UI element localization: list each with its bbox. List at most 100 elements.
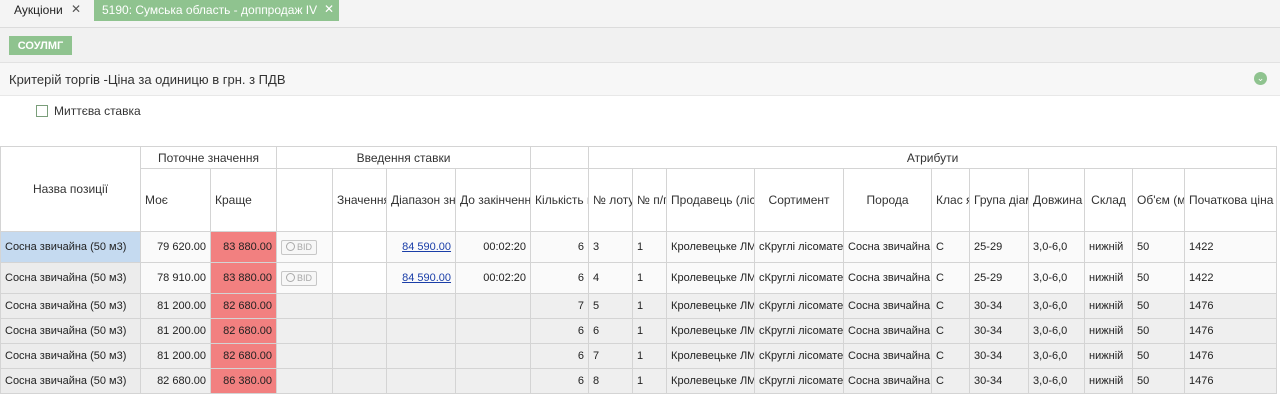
storage: нижній (1084, 368, 1134, 394)
col-header-seller[interactable]: Продавець (лісгосп) (666, 168, 756, 232)
length: 3,0-6,0 (1028, 231, 1086, 263)
position-name[interactable]: Сосна звичайна (50 м3) (0, 343, 141, 369)
position-name[interactable]: Сосна звичайна (50 м3) (0, 231, 141, 263)
pp-number: 1 (632, 368, 668, 394)
bid-label: BID (297, 241, 313, 252)
bid-cell: BID (276, 231, 334, 263)
col-header-mine[interactable]: Моє (140, 168, 211, 232)
chevron-down-icon[interactable]: ⌄ (1254, 72, 1267, 85)
volume: 50 (1132, 293, 1186, 319)
pp-number: 1 (632, 318, 668, 344)
value-input (332, 293, 388, 319)
length: 3,0-6,0 (1028, 343, 1086, 369)
table-row[interactable]: Сосна звичайна (50 м3) 81 200.00 82 680.00… (0, 343, 1278, 369)
position-name[interactable]: Сосна звичайна (50 м3) (0, 368, 141, 394)
col-header-storage[interactable]: Склад (1084, 168, 1134, 232)
col-header-remaining[interactable]: До закінчення залишилось (455, 168, 532, 232)
length: 3,0-6,0 (1028, 318, 1086, 344)
species: Сосна звичайна (843, 262, 933, 294)
remaining-time: 00:02:20 (455, 231, 532, 263)
storage: нижній (1084, 262, 1134, 294)
range-link[interactable]: 84 590.00 (402, 272, 451, 284)
organization-button[interactable]: СОУЛМГ (9, 36, 72, 55)
close-icon[interactable]: ✕ (71, 0, 81, 20)
table-row[interactable]: Сосна звичайна (50 м3) 81 200.00 82 680.00… (0, 293, 1278, 319)
col-header-species[interactable]: Порода (843, 168, 933, 232)
group-header-bidding: Введення ставки (276, 146, 532, 169)
length: 3,0-6,0 (1028, 293, 1086, 319)
table-row[interactable]: Сосна звичайна (50 м3) 81 200.00 82 680.00… (0, 318, 1278, 344)
col-header-lot[interactable]: № лоту (588, 168, 634, 232)
col-header-better[interactable]: Краще (209, 168, 278, 232)
tab-auction-5190[interactable]: 5190: Сумська область - доппродаж IV... … (94, 0, 339, 21)
seller: Кролевецьке ЛМ (666, 368, 756, 394)
toolbar: СОУЛМГ (0, 28, 1280, 62)
col-header-name: Назва позиції (0, 146, 141, 232)
mine-value: 78 910.00 (140, 262, 211, 294)
species: Сосна звичайна (843, 318, 933, 344)
seller: Кролевецьке ЛМ (666, 293, 756, 319)
range-value (386, 293, 457, 319)
table-row[interactable]: Сосна звичайна (50 м3) 82 680.00 86 380.00… (0, 368, 1278, 394)
volume: 50 (1132, 318, 1186, 344)
seller: Кролевецьке ЛМ (666, 262, 756, 294)
remaining-time: 00:02:20 (455, 262, 532, 294)
instant-bid-option[interactable]: Миттєва ставка (36, 104, 141, 118)
bid-button[interactable]: BID (281, 270, 318, 286)
remaining-time (455, 318, 532, 344)
position-name[interactable]: Сосна звичайна (50 м3) (0, 293, 141, 319)
group-header-empty (530, 146, 590, 169)
table-row[interactable]: Сосна звичайна (50 м3) 79 620.00 83 880.00… (0, 231, 1278, 263)
quality-class: С (931, 368, 971, 394)
quality-class: С (931, 318, 971, 344)
col-header-range[interactable]: Діапазон значень (386, 168, 457, 232)
confirmed-count: 6 (530, 262, 590, 294)
range-value (386, 368, 457, 394)
value-input[interactable] (332, 231, 388, 263)
assortment: сКруглі лісомате (754, 368, 845, 394)
col-header-assortment[interactable]: Сортимент (754, 168, 845, 232)
range-value (386, 343, 457, 369)
bid-cell (276, 343, 334, 369)
pp-number: 1 (632, 343, 668, 369)
position-name[interactable]: Сосна звичайна (50 м3) (0, 262, 141, 294)
length: 3,0-6,0 (1028, 262, 1086, 294)
prohibited-icon (286, 241, 295, 251)
pp-number: 1 (632, 262, 668, 294)
col-header-volume[interactable]: Об'єм (м3) (1132, 168, 1186, 232)
remaining-time (455, 343, 532, 369)
col-header-start-price[interactable]: Початкова ціна (куб.м.) з ПДВ (1184, 168, 1278, 232)
assortment: сКруглі лісомате (754, 231, 845, 263)
storage: нижній (1084, 343, 1134, 369)
position-name[interactable]: Сосна звичайна (50 м3) (0, 318, 141, 344)
diameter-group: 30-34 (969, 293, 1030, 319)
col-header-diameter[interactable]: Група діаметрів діаметр (см) (969, 168, 1030, 232)
col-header-confirmed[interactable]: Кількість що підтвердили участь (530, 168, 590, 232)
start-price: 1476 (1184, 368, 1278, 394)
quality-class: С (931, 293, 971, 319)
diameter-group: 30-34 (969, 368, 1030, 394)
remaining-time (455, 293, 532, 319)
assortment: сКруглі лісомате (754, 262, 845, 294)
value-input[interactable] (332, 262, 388, 294)
lot-number: 4 (588, 262, 634, 294)
table-row[interactable]: Сосна звичайна (50 м3) 78 910.00 83 880.00… (0, 262, 1278, 294)
range-link[interactable]: 84 590.00 (402, 241, 451, 253)
assortment: сКруглі лісомате (754, 318, 845, 344)
better-value: 82 680.00 (209, 293, 278, 319)
range-value: 84 590.00 (386, 231, 457, 263)
col-header-value[interactable]: Значення (332, 168, 388, 232)
col-header-pp[interactable]: № п/п (632, 168, 668, 232)
col-header-length[interactable]: Довжина (м) (1028, 168, 1086, 232)
storage: нижній (1084, 318, 1134, 344)
criterion-panel[interactable]: Критерій торгів -Ціна за одиницю в грн. … (0, 62, 1280, 96)
bid-cell (276, 318, 334, 344)
close-icon[interactable]: ✕ (324, 0, 334, 20)
volume: 50 (1132, 231, 1186, 263)
col-header-class[interactable]: Клас якості (931, 168, 971, 232)
instant-bid-checkbox[interactable] (36, 105, 48, 117)
seller: Кролевецьке ЛМ (666, 343, 756, 369)
bid-button[interactable]: BID (281, 239, 318, 255)
tab-auctions[interactable]: Аукціони ✕ (0, 0, 92, 21)
diameter-group: 30-34 (969, 343, 1030, 369)
